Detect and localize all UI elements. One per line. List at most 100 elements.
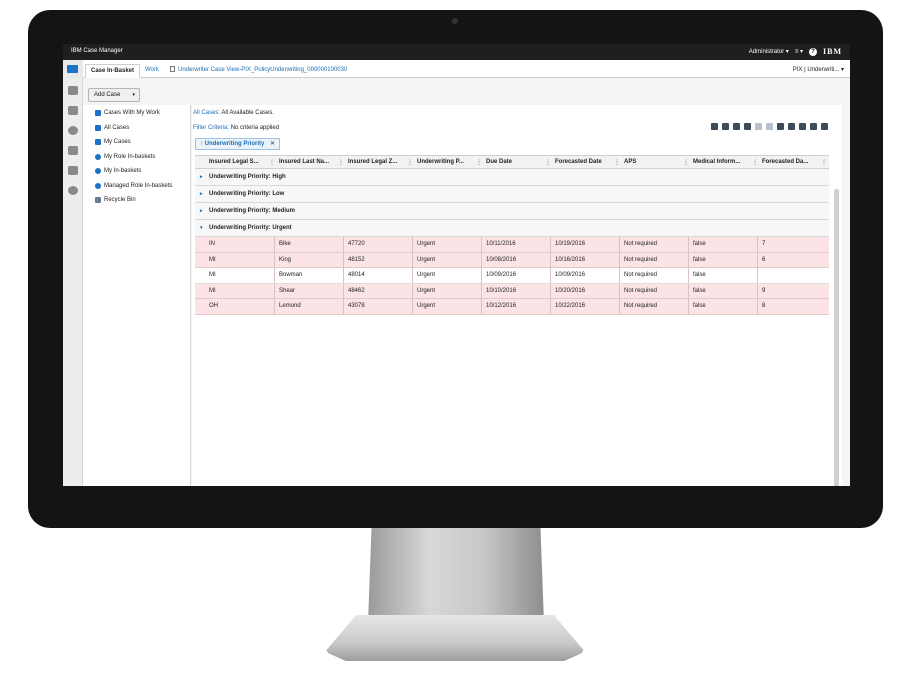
nav-item-all-cases[interactable]: All Cases — [95, 125, 129, 131]
cell-divider — [412, 237, 413, 252]
cell-divider — [688, 252, 689, 267]
column-menu-icon[interactable]: ⋮ — [338, 159, 344, 166]
table-row[interactable]: MI Shear 48462 Urgent 10/10/2016 10/20/2016 No… — [195, 283, 829, 299]
tab-work[interactable]: Work — [140, 64, 164, 78]
gear-icon[interactable] — [68, 186, 78, 195]
nav-item-managed-role-in-baskets[interactable]: Managed Role In-baskets — [95, 183, 172, 189]
team-icon[interactable] — [68, 166, 78, 175]
group-row-urgent[interactable]: ▾ Underwriting Priority: Urgent — [195, 220, 829, 237]
nav-item-label: Managed Role In-baskets — [104, 183, 173, 189]
help-icon[interactable]: ? — [809, 47, 817, 56]
solution-selector[interactable]: PIX | Underwriti... ▾ — [793, 66, 844, 73]
group-row-medium[interactable]: ▸ Underwriting Priority: Medium — [195, 203, 829, 220]
cell-divider — [412, 299, 413, 314]
monitor-stand-neck — [368, 528, 544, 623]
table-cell: false — [693, 303, 706, 309]
tab-underwriter-case-view[interactable]: Underwriter Case View-PIX_PolicyUnderwri… — [165, 64, 352, 78]
column-header[interactable]: Insured Legal Z... — [348, 159, 397, 165]
column-menu-icon[interactable]: ⋮ — [683, 159, 689, 166]
nav-item-recycle-bin[interactable]: Recycle Bin — [95, 197, 136, 203]
nav-item-cases-with-my-work[interactable]: Cases With My Work — [95, 110, 160, 116]
table-row[interactable]: MI Bowman 48014 Urgent 10/09/2016 10/09/2016 N… — [195, 268, 829, 284]
download-icon[interactable] — [821, 123, 828, 130]
table-cell: 48014 — [348, 272, 365, 278]
filter-criteria-label[interactable]: Filter Criteria: — [193, 125, 229, 131]
column-menu-icon[interactable]: ⋮ — [545, 159, 551, 166]
column-header[interactable]: Underwriting P... — [417, 159, 464, 165]
person-icon — [95, 154, 101, 160]
table-cell: MI — [209, 287, 216, 294]
nav-item-label: Recycle Bin — [104, 197, 136, 203]
table-cell: 6 — [762, 256, 766, 263]
cell-divider — [274, 299, 275, 314]
cell-divider — [481, 299, 482, 314]
column-header[interactable]: Medical Inform... — [693, 159, 740, 165]
bookmark-icon[interactable] — [711, 123, 718, 130]
cell-divider — [412, 268, 413, 283]
calendar-icon[interactable] — [68, 106, 78, 115]
column-header[interactable]: Insured Last Na... — [279, 159, 329, 165]
column-menu-icon[interactable]: ⋮ — [407, 159, 413, 166]
column-menu-icon[interactable]: ⋮ — [269, 159, 275, 166]
table-cell: false — [693, 241, 706, 247]
group-by-label: Underwriting Priority — [204, 141, 265, 147]
cell-divider — [550, 283, 551, 298]
table-cell: 10/11/2016 — [486, 241, 516, 247]
sync-icon[interactable] — [810, 123, 817, 130]
inbox-icon[interactable] — [68, 86, 78, 95]
group-row-high[interactable]: ▸ Underwriting Priority: High — [195, 169, 829, 186]
cases-scope: All Cases: All Available Cases. — [193, 110, 274, 116]
nav-item-my-role-in-baskets[interactable]: My Role In-baskets — [95, 154, 155, 160]
columns-icon[interactable] — [788, 123, 795, 130]
column-menu-icon[interactable]: ⋮ — [752, 159, 758, 166]
app-header: IBM Case Manager Administrator ▾ ≡ ▾ ? I… — [63, 44, 850, 60]
cell-divider — [343, 252, 344, 267]
close-icon[interactable]: ✕ — [270, 141, 275, 147]
add-case-button[interactable]: Add Case ▾ — [88, 88, 140, 102]
column-menu-icon[interactable]: ⋮ — [821, 159, 827, 166]
settings-menu[interactable]: ≡ ▾ — [795, 48, 803, 55]
column-header[interactable]: Due Date — [486, 159, 512, 165]
cell-divider — [274, 252, 275, 267]
cases-scope-label[interactable]: All Cases: — [193, 110, 220, 116]
cell-divider — [757, 268, 758, 283]
search-icon[interactable] — [68, 126, 78, 135]
table-row[interactable]: MI King 48152 Urgent 10/08/2016 10/16/2016 Not… — [195, 252, 829, 268]
table-cell: false — [693, 256, 706, 263]
table-row[interactable]: OH Lemond 43078 Urgent 10/12/2016 10/22/2016 N… — [195, 299, 829, 315]
chart-icon[interactable] — [722, 123, 729, 130]
list-icon[interactable] — [755, 123, 762, 130]
column-menu-icon[interactable]: ⋮ — [476, 159, 482, 166]
cell-divider — [619, 237, 620, 252]
table-cell: 47720 — [348, 241, 365, 247]
table-cell: Not required — [624, 256, 658, 263]
folder-icon[interactable] — [67, 65, 78, 73]
header-right: Administrator ▾ ≡ ▾ ? IBM — [749, 47, 842, 56]
table-cell: Urgent — [417, 272, 436, 278]
table-cell: Urgent — [417, 287, 436, 294]
nav-item-my-cases[interactable]: My Cases — [95, 139, 131, 145]
group-row-low[interactable]: ▸ Underwriting Priority: Low — [195, 186, 829, 203]
column-header[interactable]: Forecasted Da... — [762, 159, 808, 165]
table-cell: 8 — [762, 303, 766, 309]
report-icon[interactable] — [68, 146, 78, 155]
document-icon — [170, 66, 175, 72]
group-by-chip[interactable]: ↑ Underwriting Priority ✕ — [195, 138, 281, 150]
column-header[interactable]: Insured Legal S... — [209, 159, 259, 165]
add-users-icon[interactable] — [744, 123, 751, 130]
refresh-icon[interactable] — [799, 123, 806, 130]
column-menu-icon[interactable]: ⋮ — [614, 159, 620, 166]
table-cell: MI — [209, 272, 216, 278]
checklist-icon[interactable] — [766, 123, 773, 130]
cell-divider — [274, 237, 275, 252]
tab-case-in-basket[interactable]: Case In-Basket — [85, 64, 141, 78]
group-label: Underwriting Priority: Medium — [209, 208, 296, 214]
vertical-scrollbar[interactable] — [834, 189, 839, 486]
user-menu[interactable]: Administrator ▾ — [749, 48, 789, 55]
zoom-icon[interactable] — [777, 123, 784, 130]
column-header[interactable]: APS — [624, 159, 636, 165]
table-row[interactable]: IN Bike 47720 Urgent 10/11/2016 10/19/2016 Not… — [195, 237, 829, 253]
nav-item-my-in-baskets[interactable]: My In-baskets — [95, 168, 141, 174]
add-user-icon[interactable] — [733, 123, 740, 130]
column-header[interactable]: Forecasted Date — [555, 159, 602, 165]
